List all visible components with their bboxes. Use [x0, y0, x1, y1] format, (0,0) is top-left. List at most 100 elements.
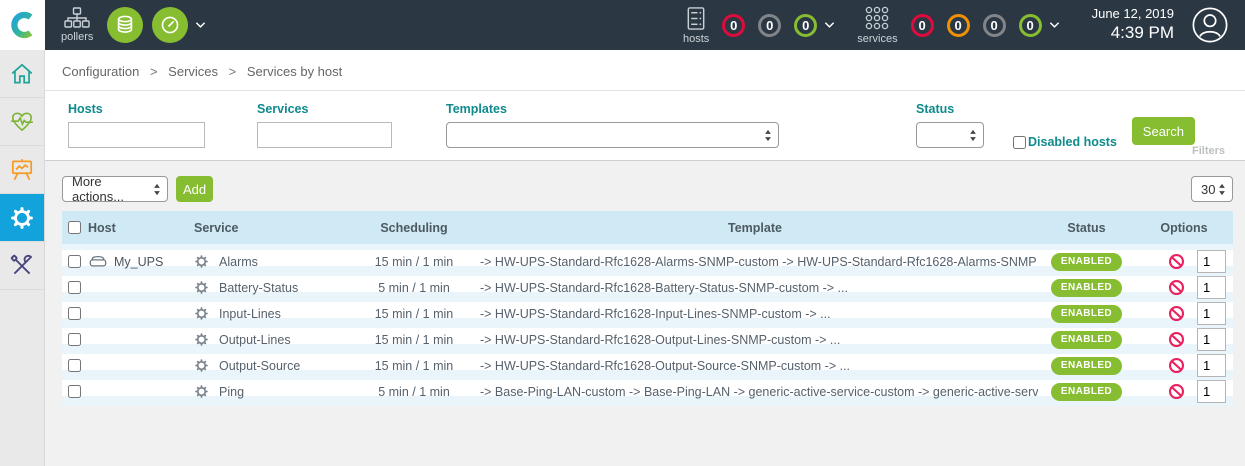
page-size-value: 30 [1201, 182, 1215, 197]
home-icon [9, 61, 35, 87]
table-row: Input-Lines 15 min / 1 min -> HW-UPS-Sta… [62, 302, 1233, 328]
breadcrumb-separator: > [150, 64, 158, 79]
hosts-status-menu[interactable]: hosts [683, 6, 709, 45]
engine-status-button[interactable] [152, 7, 188, 43]
sidebar-item-configuration[interactable] [0, 194, 44, 242]
service-gear-icon [194, 306, 209, 321]
service-name[interactable]: Battery-Status [219, 281, 298, 295]
service-name[interactable]: Output-Source [219, 359, 300, 373]
table-row: Battery-Status 5 min / 1 min -> HW-UPS-S… [62, 276, 1233, 302]
pollers-label: pollers [61, 31, 93, 43]
sidebar-item-administration[interactable] [0, 242, 44, 290]
disable-service-icon[interactable] [1168, 279, 1185, 296]
service-gear-icon [194, 254, 209, 269]
templates-select[interactable] [446, 122, 779, 148]
row-checkbox[interactable] [68, 359, 81, 372]
services-status-menu[interactable]: services [857, 5, 897, 45]
add-button[interactable]: Add [176, 176, 213, 202]
breadcrumb-separator: > [229, 64, 237, 79]
disable-service-icon[interactable] [1168, 305, 1185, 322]
filter-panel: Hosts Services Templates Status Disabled… [45, 91, 1245, 161]
user-menu[interactable] [1191, 6, 1229, 44]
disabled-hosts-label: Disabled hosts [1028, 135, 1117, 149]
duplicate-count-input[interactable] [1197, 380, 1226, 403]
hosts-unreachable-counter[interactable]: 0 [758, 14, 781, 37]
centreon-logo[interactable] [0, 0, 45, 50]
hosts-up-counter[interactable]: 0 [794, 14, 817, 37]
service-name[interactable]: Ping [219, 385, 244, 399]
template-chain: -> HW-UPS-Standard-Rfc1628-Alarms-SNMP-c… [472, 255, 1038, 269]
hosts-filter-label: Hosts [68, 102, 205, 116]
sidebar-item-monitoring[interactable] [0, 98, 44, 146]
status-select[interactable] [916, 122, 984, 148]
row-checkbox[interactable] [68, 333, 81, 346]
row-checkbox[interactable] [68, 255, 81, 268]
pollers-menu[interactable]: pollers [61, 7, 93, 43]
duplicate-count-input[interactable] [1197, 354, 1226, 377]
disabled-hosts-option[interactable]: Disabled hosts [1013, 91, 1117, 160]
topbar: pollers hosts 0 0 0 services 0 0 0 0 Jun… [0, 0, 1245, 50]
search-button[interactable]: Search [1132, 117, 1195, 145]
centreon-logo-icon [8, 10, 38, 40]
disable-service-icon[interactable] [1168, 383, 1185, 400]
scheduling-value: 5 min / 1 min [356, 385, 472, 399]
disabled-hosts-checkbox[interactable] [1013, 136, 1026, 149]
row-checkbox[interactable] [68, 281, 81, 294]
service-name[interactable]: Output-Lines [219, 333, 291, 347]
row-checkbox[interactable] [68, 307, 81, 320]
select-arrows-icon [969, 129, 977, 142]
disable-service-icon[interactable] [1168, 331, 1185, 348]
presentation-chart-icon [9, 157, 35, 183]
disable-service-icon[interactable] [1168, 357, 1185, 374]
breadcrumb-services-by-host: Services by host [247, 64, 342, 79]
chevron-down-icon[interactable] [824, 21, 835, 29]
toolbar: More actions... Add 30 [45, 161, 1245, 202]
select-arrows-icon [153, 183, 161, 196]
sidebar-item-reporting[interactable] [0, 146, 44, 194]
service-name[interactable]: Input-Lines [219, 307, 281, 321]
template-chain: -> HW-UPS-Standard-Rfc1628-Battery-Statu… [472, 281, 1038, 295]
services-critical-counter[interactable]: 0 [911, 14, 934, 37]
host-name[interactable]: My_UPS [114, 255, 163, 269]
scheduling-value: 15 min / 1 min [356, 359, 472, 373]
status-badge: ENABLED [1051, 305, 1122, 323]
more-actions-value: More actions... [72, 174, 153, 204]
service-gear-icon [194, 358, 209, 373]
duplicate-count-input[interactable] [1197, 250, 1226, 273]
services-filter-input[interactable] [257, 122, 392, 148]
hosts-filter-input[interactable] [68, 122, 205, 148]
duplicate-count-input[interactable] [1197, 302, 1226, 325]
sidebar-item-home[interactable] [0, 50, 44, 98]
status-badge: ENABLED [1051, 331, 1122, 349]
status-badge: ENABLED [1051, 357, 1122, 375]
template-chain: -> HW-UPS-Standard-Rfc1628-Output-Lines-… [472, 333, 1038, 347]
page-size-select[interactable]: 30 [1191, 176, 1233, 202]
hosts-down-counter[interactable]: 0 [722, 14, 745, 37]
main-content: Configuration > Services > Services by h… [45, 50, 1245, 466]
services-unknown-counter[interactable]: 0 [983, 14, 1006, 37]
service-gear-icon [194, 280, 209, 295]
database-status-button[interactable] [107, 7, 143, 43]
chevron-down-icon[interactable] [1049, 21, 1060, 29]
more-actions-select[interactable]: More actions... [62, 176, 168, 202]
chevron-down-icon[interactable] [195, 21, 206, 29]
select-all-checkbox[interactable] [68, 221, 81, 234]
tools-icon [9, 253, 35, 279]
row-checkbox[interactable] [68, 385, 81, 398]
user-avatar-icon [1191, 6, 1229, 44]
table-body: My_UPS Alarms 15 min / 1 min -> HW-UPS-S… [62, 244, 1233, 406]
breadcrumb-configuration[interactable]: Configuration [62, 64, 139, 79]
gauge-icon [159, 14, 181, 36]
header-scheduling: Scheduling [356, 221, 472, 235]
duplicate-count-input[interactable] [1197, 328, 1226, 351]
duplicate-count-input[interactable] [1197, 276, 1226, 299]
breadcrumb-services[interactable]: Services [168, 64, 218, 79]
services-ok-counter[interactable]: 0 [1019, 14, 1042, 37]
services-warning-counter[interactable]: 0 [947, 14, 970, 37]
disable-service-icon[interactable] [1168, 253, 1185, 270]
gear-icon [9, 205, 35, 231]
service-name[interactable]: Alarms [219, 255, 258, 269]
scheduling-value: 5 min / 1 min [356, 281, 472, 295]
service-gear-icon [194, 384, 209, 399]
service-gear-icon [194, 332, 209, 347]
